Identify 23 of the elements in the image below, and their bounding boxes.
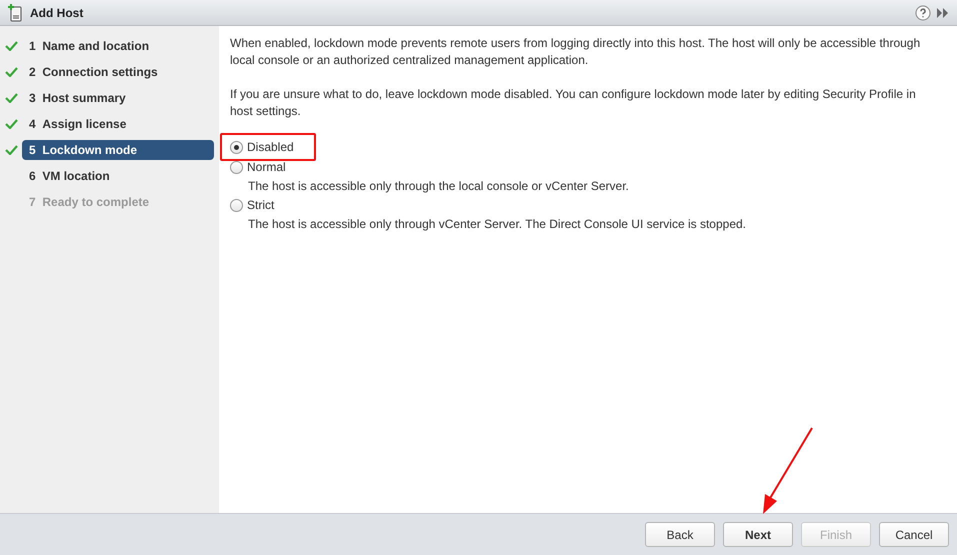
wizard-button[interactable]: Back xyxy=(645,522,715,547)
option-description: The host is accessible only through vCenter Server. The Direct Console UI service is stopped. xyxy=(247,216,748,233)
radio-button[interactable] xyxy=(230,140,243,154)
help-icon[interactable] xyxy=(915,4,931,20)
radio-button[interactable] xyxy=(230,198,243,212)
radio-button[interactable] xyxy=(230,160,243,174)
radio-option[interactable]: Disabled xyxy=(230,137,298,157)
fast-forward-icon[interactable] xyxy=(937,8,949,18)
wizard-step[interactable]: 4 Assign license xyxy=(22,114,214,134)
radio-option[interactable]: Strict xyxy=(230,195,278,215)
option-description: The host is accessible only through the local console or vCenter Server. xyxy=(247,178,630,195)
wizard-step[interactable]: 3 Host summary xyxy=(22,88,214,108)
wizard-step[interactable]: 1 Name and location xyxy=(22,36,214,56)
wizard-step[interactable]: 6 VM location xyxy=(22,166,214,186)
wizard-button[interactable]: Next xyxy=(723,522,793,547)
wizard-step[interactable]: 2 Connection settings xyxy=(22,62,214,82)
radio-option[interactable]: Normal xyxy=(230,157,290,177)
window-title: Add Host xyxy=(30,4,84,22)
wizard-button[interactable]: Cancel xyxy=(879,522,949,547)
description-text: If you are unsure what to do, leave lockdown mode disabled. You can configure lockdown mode later by editing Security Profile in host settings. xyxy=(230,86,917,120)
server-add-icon xyxy=(8,4,22,22)
wizard-step[interactable]: 5 Lockdown mode xyxy=(22,140,214,160)
description-text: When enabled, lockdown mode prevents remote users from logging directly into this host. The host will only be accessible through local console or an authorized centralized management application. xyxy=(230,35,922,69)
